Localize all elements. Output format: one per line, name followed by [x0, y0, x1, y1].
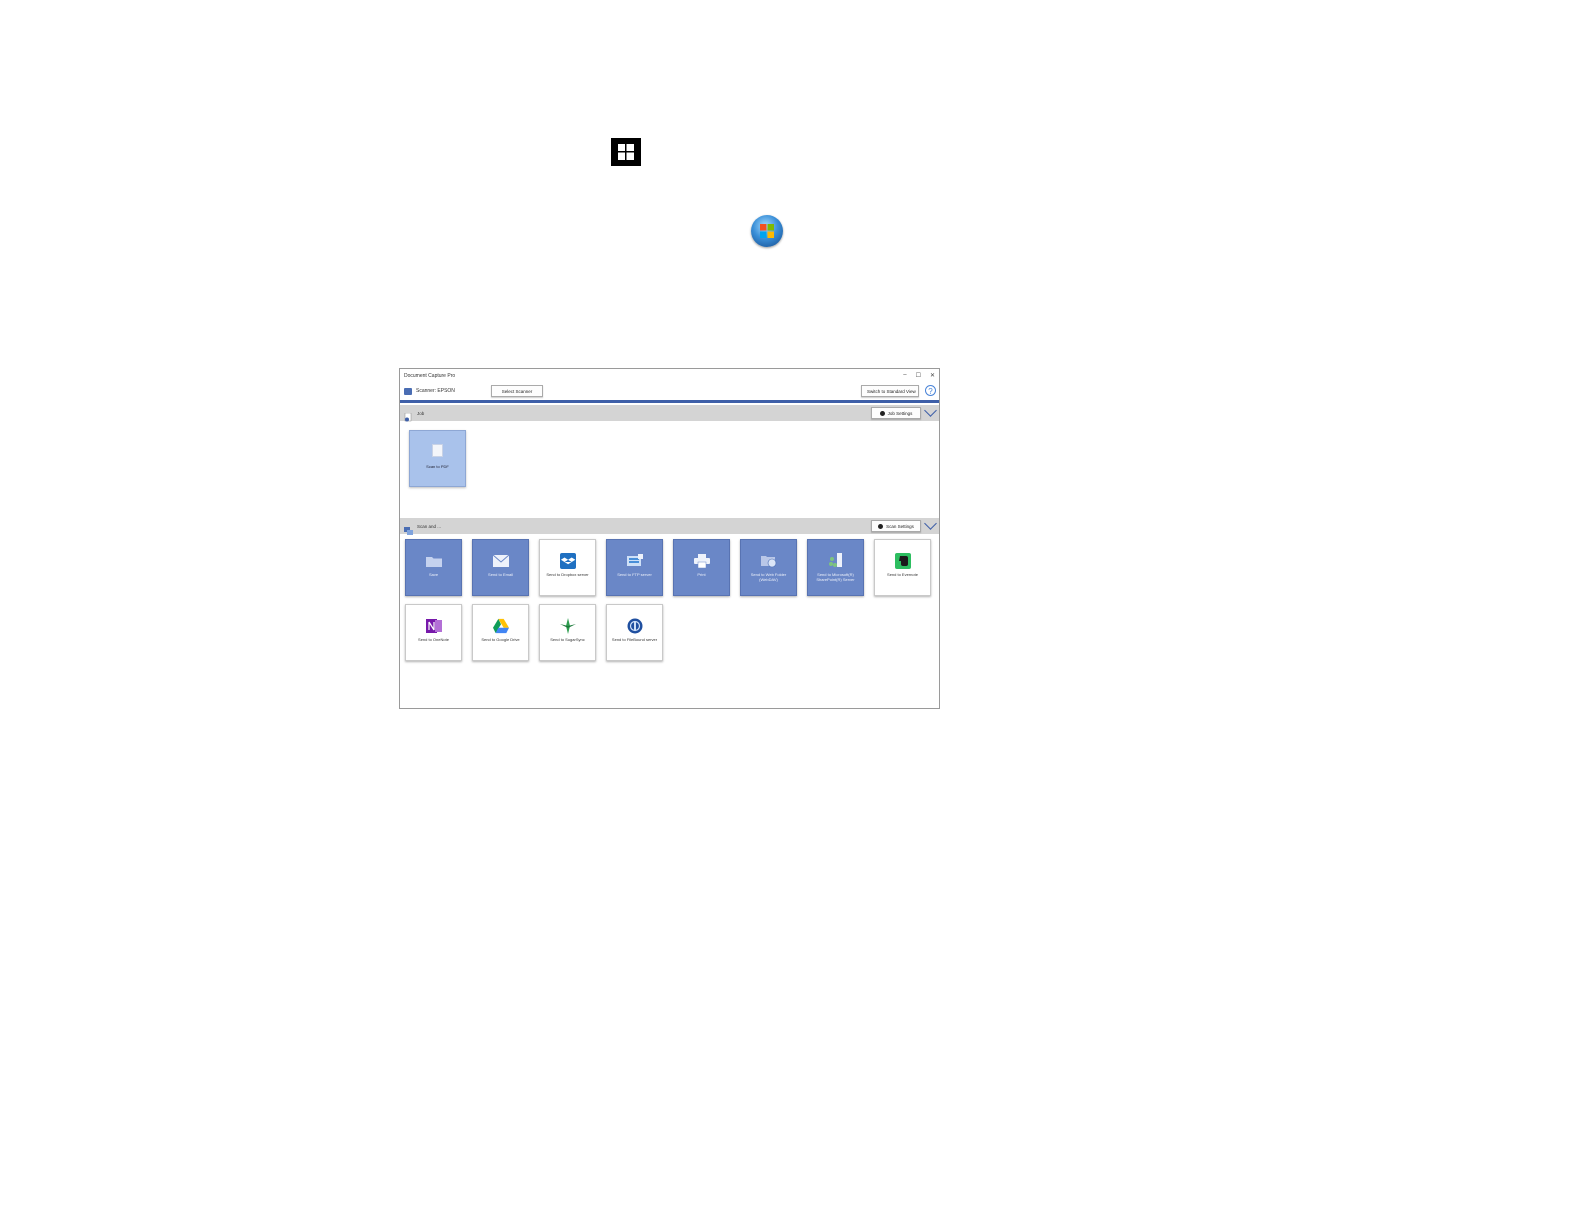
folder-icon — [425, 554, 442, 568]
job-settings-label: Job Settings — [887, 410, 913, 416]
title-bar: Document Capture Pro – ☐ ✕ — [400, 369, 939, 382]
destination-label: Send to FTP server — [617, 572, 652, 577]
web-folder-icon — [760, 554, 777, 568]
job-section-label: Job — [417, 410, 425, 416]
chevron-down-icon[interactable] — [924, 517, 937, 530]
destination-dropbox[interactable]: Send to Dropbox server — [539, 539, 596, 596]
dropbox-icon — [559, 553, 576, 569]
evernote-icon — [894, 553, 911, 569]
destination-sugarsync[interactable]: Send to SugarSync — [539, 604, 596, 661]
destination-email[interactable]: Send to Email — [472, 539, 529, 596]
scan-settings-label: Scan Settings — [886, 523, 914, 529]
scan-and-icon — [404, 522, 413, 535]
destination-sharepoint[interactable]: Send to Microsoft(R) SharePoint(R) Serve… — [807, 539, 864, 596]
destination-evernote[interactable]: Send to Evernote — [874, 539, 931, 596]
envelope-icon — [492, 554, 509, 568]
destination-google-drive[interactable]: Send to Google Drive — [472, 604, 529, 661]
windows-10-start-icon — [611, 138, 641, 166]
destination-label: Send to Web Folder (WebDAV) — [750, 572, 787, 582]
windows-7-start-icon — [751, 215, 783, 247]
destination-onenote[interactable]: Send to OneNote — [405, 604, 462, 661]
filebound-icon — [627, 618, 643, 634]
scan-and-section-label: Scan and ... — [417, 523, 442, 529]
scanner-label: Scanner: EPSON — [416, 388, 455, 394]
destination-label: Send to Evernote — [887, 572, 918, 577]
printer-icon — [693, 554, 710, 568]
switch-to-standard-view-button[interactable]: Switch to Standard View — [861, 385, 919, 397]
scanner-icon — [404, 387, 412, 395]
job-tile-label: Scan to PDF — [426, 464, 449, 469]
gear-icon — [879, 410, 885, 416]
sugarsync-icon — [559, 618, 576, 634]
document-capture-pro-window: Document Capture Pro – ☐ ✕ Scanner: EPSO… — [399, 368, 940, 709]
window-title: Document Capture Pro — [404, 372, 456, 379]
job-tile-scan-to-pdf[interactable]: Scan to PDF — [409, 430, 466, 487]
destination-webdav[interactable]: Send to Web Folder (WebDAV) — [740, 539, 797, 596]
document-icon — [432, 444, 443, 457]
destination-label: Send to Email — [488, 572, 513, 577]
destination-label: Send to Microsoft(R) SharePoint(R) Serve… — [816, 572, 855, 582]
job-section-header: Job Job Settings — [400, 404, 939, 421]
window-controls: – ☐ ✕ — [903, 372, 935, 379]
select-scanner-button[interactable]: Select Scanner — [491, 385, 543, 397]
destination-save[interactable]: Save — [405, 539, 462, 596]
chevron-down-icon[interactable] — [924, 404, 937, 417]
destination-label: Send to FileBound server — [611, 637, 658, 642]
help-icon[interactable]: ? — [925, 385, 936, 396]
onenote-icon — [425, 619, 442, 633]
job-settings-button[interactable]: Job Settings — [871, 407, 921, 419]
destination-label: Send to OneNote — [418, 637, 449, 642]
jobs-area: Scan to PDF — [400, 421, 939, 516]
maximize-button[interactable]: ☐ — [916, 372, 921, 379]
ftp-server-icon — [626, 554, 643, 568]
scan-and-section-header: Scan and ... Scan Settings — [400, 517, 939, 535]
close-button[interactable]: ✕ — [930, 372, 935, 379]
destination-ftp[interactable]: Send to FTP server — [606, 539, 663, 596]
toolbar: Scanner: EPSON Select Scanner Switch to … — [400, 382, 939, 403]
scan-settings-button[interactable]: Scan Settings — [871, 520, 921, 532]
google-drive-icon — [492, 618, 509, 634]
sharepoint-icon — [828, 553, 844, 568]
gear-icon — [878, 523, 884, 529]
destination-label: Send to Dropbox server — [546, 572, 589, 577]
destination-label: Send to SugarSync — [550, 637, 585, 642]
job-icon — [404, 409, 413, 421]
destination-print[interactable]: Print — [673, 539, 730, 596]
destination-label: Save — [428, 572, 439, 577]
destination-filebound[interactable]: Send to FileBound server — [606, 604, 663, 661]
destination-label: Print — [697, 572, 706, 577]
destination-grid: Save Send to Email Send to Dropbox serve… — [400, 534, 939, 661]
destination-label: Send to Google Drive — [481, 637, 520, 642]
minimize-button[interactable]: – — [903, 372, 906, 379]
